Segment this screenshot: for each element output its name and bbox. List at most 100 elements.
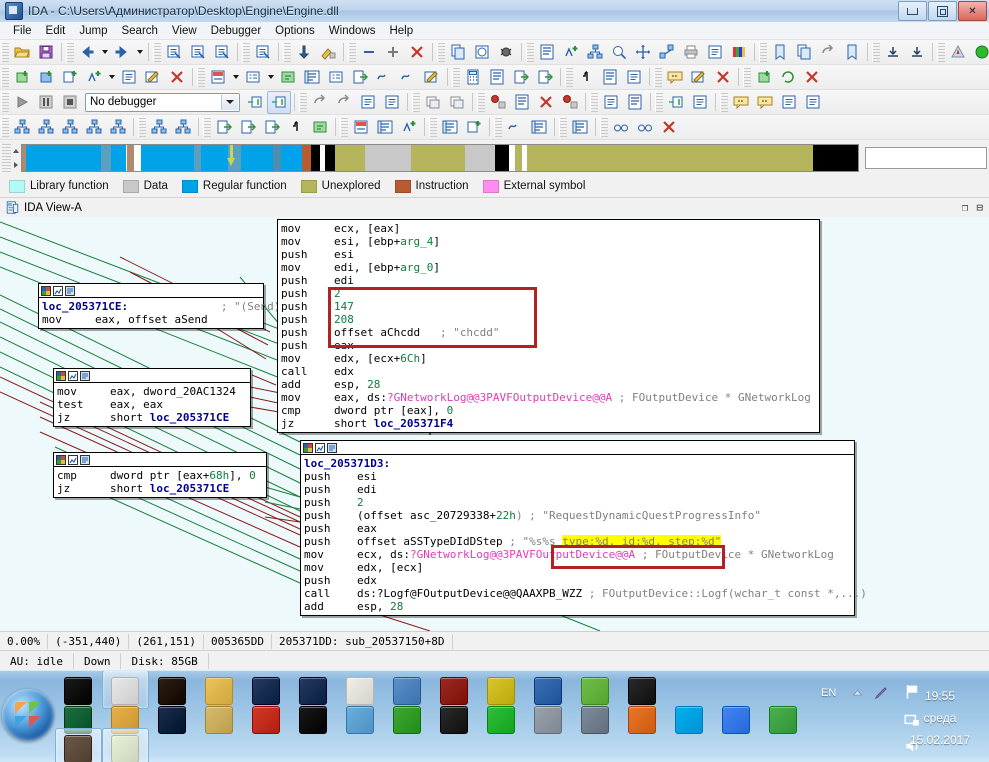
functions-icon[interactable] <box>284 116 308 139</box>
window-icon[interactable] <box>421 91 445 114</box>
node-chart-icon[interactable] <box>315 442 325 453</box>
toolbar-grip[interactable] <box>1 42 9 62</box>
move-icon[interactable] <box>631 41 655 64</box>
navband-cursor[interactable] <box>227 144 236 171</box>
char-icon[interactable] <box>276 66 300 89</box>
photo-thumb-icon[interactable] <box>64 735 92 762</box>
hex-number-icon[interactable] <box>241 66 265 89</box>
calculator-icon[interactable] <box>461 66 485 89</box>
chevron-down-icon[interactable] <box>221 94 238 110</box>
menu-item-jump[interactable]: Jump <box>72 24 114 38</box>
green-grid-icon[interactable] <box>487 706 515 734</box>
minus-icon[interactable] <box>357 41 381 64</box>
panda-dark-icon[interactable] <box>628 677 656 705</box>
green-matrix-icon[interactable] <box>393 706 421 734</box>
maximize-button[interactable] <box>928 1 957 21</box>
toolbar-grip[interactable] <box>138 117 146 137</box>
windows-start-orb[interactable] <box>2 689 54 741</box>
folder-icon[interactable] <box>205 677 233 705</box>
toolbar-grip[interactable] <box>299 92 307 112</box>
func-graph-icon[interactable] <box>171 116 195 139</box>
prev-icon[interactable] <box>380 91 404 114</box>
editor1-icon[interactable] <box>252 677 280 705</box>
print-icon[interactable] <box>679 41 703 64</box>
edit-icon[interactable] <box>141 66 165 89</box>
bug-icon[interactable] <box>494 41 518 64</box>
node-title-bar[interactable] <box>54 453 266 467</box>
node-loc-205371CE[interactable]: loc_205371CE: ; "(Send)" mov eax, offset … <box>38 283 287 329</box>
green-app-icon[interactable] <box>581 677 609 705</box>
navband-arrows[interactable] <box>11 144 21 172</box>
toolbar-grip[interactable] <box>1 67 9 87</box>
toolbar-grip[interactable] <box>153 42 161 62</box>
zoom-icon[interactable] <box>607 41 631 64</box>
chart-app-icon[interactable] <box>346 677 374 705</box>
colors-icon[interactable] <box>727 41 751 64</box>
copy-icon[interactable] <box>446 41 470 64</box>
firefox-icon[interactable] <box>628 706 656 734</box>
graph-icon[interactable] <box>10 116 34 139</box>
pause-icon[interactable] <box>34 91 58 114</box>
next-icon[interactable] <box>356 91 380 114</box>
anterior-icon[interactable] <box>777 91 801 114</box>
names-icon[interactable] <box>373 116 397 139</box>
step-into-icon[interactable] <box>243 91 267 114</box>
search-hash-icon[interactable] <box>162 41 186 64</box>
chevron-down-icon[interactable] <box>106 67 117 88</box>
hex-editor-icon[interactable] <box>534 677 562 705</box>
toolbar-grip[interactable] <box>429 117 437 137</box>
delete-bookmark-icon[interactable] <box>840 41 864 64</box>
panda-icon[interactable] <box>299 706 327 734</box>
toolbar-grip[interactable] <box>590 92 598 112</box>
toolbar-grip[interactable] <box>759 42 767 62</box>
make-unexplored-icon[interactable] <box>117 66 141 89</box>
node-chart-icon[interactable] <box>53 285 63 296</box>
local-types-icon[interactable] <box>527 116 551 139</box>
expand-icon[interactable] <box>905 41 929 64</box>
edit-comment-icon[interactable] <box>687 66 711 89</box>
chevron-down-icon[interactable] <box>99 42 110 63</box>
rept-comment-icon[interactable] <box>753 91 777 114</box>
toolbar-grip[interactable] <box>242 42 250 62</box>
breakpoint-list-icon[interactable] <box>510 91 534 114</box>
comment-icon[interactable] <box>729 91 753 114</box>
toolbar-grip[interactable] <box>937 42 945 62</box>
strings-icon[interactable] <box>308 116 332 139</box>
node-dword-20AC1324[interactable]: mov eax, dword_20AC1324 test eax, eax jz s… <box>53 368 251 427</box>
make-code-icon[interactable] <box>10 66 34 89</box>
graph-to-icon[interactable] <box>82 116 106 139</box>
navband-grip[interactable] <box>2 143 11 172</box>
node-chcdd-block[interactable]: mov ecx, [eax] mov esi, [ebp+arg_4] push e… <box>277 219 820 433</box>
toolbar-grip[interactable] <box>203 117 211 137</box>
warning-icon[interactable] <box>946 41 970 64</box>
posterior-icon[interactable] <box>801 91 825 114</box>
menu-item-options[interactable]: Options <box>268 24 322 38</box>
enum-icon[interactable] <box>300 66 324 89</box>
cmd-console-icon[interactable] <box>64 677 92 705</box>
toolbar-grip[interactable] <box>197 67 205 87</box>
toolbar-grip[interactable] <box>1 92 9 112</box>
plus-icon[interactable] <box>381 41 405 64</box>
ascii-icon[interactable] <box>462 116 486 139</box>
search-text-icon[interactable] <box>186 41 210 64</box>
delete-glasses-icon[interactable] <box>657 116 681 139</box>
structure-icon[interactable] <box>559 41 583 64</box>
delete-comment-icon[interactable] <box>711 66 735 89</box>
debugger-select[interactable]: No debugger <box>85 92 240 112</box>
stop-icon[interactable] <box>58 91 82 114</box>
sign-icon[interactable] <box>372 66 396 89</box>
add-code-icon[interactable] <box>752 66 776 89</box>
func-type-icon[interactable] <box>622 66 646 89</box>
node-title-bar[interactable] <box>54 369 250 383</box>
segments-icon[interactable] <box>260 116 284 139</box>
toolbar-grip[interactable] <box>348 42 356 62</box>
view-restore-button[interactable]: ❐ <box>962 201 969 214</box>
export-icon[interactable] <box>509 66 533 89</box>
open-icon[interactable] <box>10 41 34 64</box>
refresh-code-icon[interactable] <box>776 66 800 89</box>
import-seg-icon[interactable] <box>236 116 260 139</box>
toolbar-grip[interactable] <box>655 92 663 112</box>
graph-user-icon[interactable] <box>106 116 130 139</box>
list-icon[interactable] <box>535 41 559 64</box>
minimize-button[interactable] <box>898 1 927 21</box>
